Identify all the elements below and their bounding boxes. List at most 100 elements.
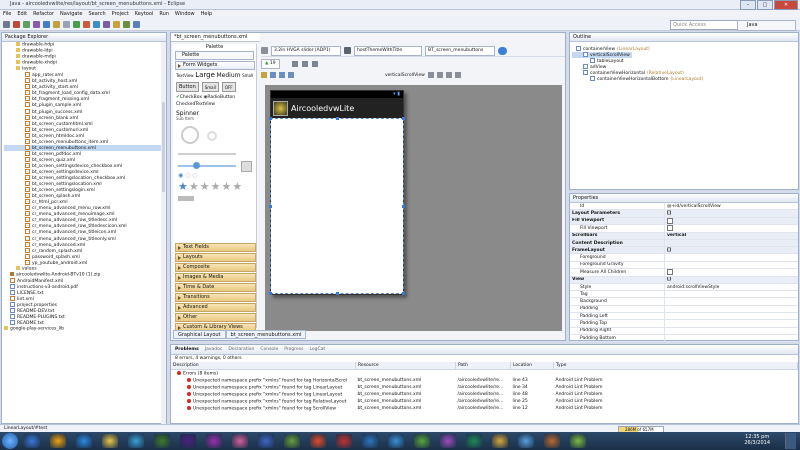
property-value[interactable] [664, 305, 798, 314]
taskbar-app-icon[interactable] [518, 434, 534, 448]
toolbar-button-icon[interactable] [123, 20, 130, 28]
taskbar-app-icon[interactable] [50, 434, 66, 448]
problem-row[interactable]: Unexpected namespace prefix "xmlns" foun… [171, 384, 798, 391]
taskbar-app-icon[interactable] [154, 434, 170, 448]
minimize-button[interactable]: – [740, 0, 756, 10]
palette-section-advanced[interactable]: Advanced [175, 303, 256, 312]
property-value[interactable] [664, 312, 798, 321]
taskbar-app-icon[interactable] [180, 434, 196, 448]
device-select[interactable]: 3.2in HVGA slider (ADP1) [271, 45, 341, 56]
taskbar-app-icon[interactable] [310, 434, 326, 448]
view-tab-logcat[interactable]: LogCat [309, 347, 325, 352]
taskbar-app-icon[interactable] [206, 434, 222, 448]
activity-select[interactable]: BT_screen_menubuttons [425, 45, 495, 56]
menu-file[interactable]: File [3, 10, 11, 18]
taskbar-app-icon[interactable] [232, 434, 248, 448]
property-row[interactable]: Content Description [570, 239, 798, 248]
widget-medium-text[interactable]: Medium [216, 72, 240, 79]
menu-search[interactable]: Search [88, 10, 105, 18]
property-value[interactable]: [] [664, 209, 798, 218]
toolbar-button-icon[interactable] [83, 20, 90, 28]
api-level-select[interactable]: ▲ 19 [261, 59, 280, 69]
taskbar-app-icon[interactable] [544, 434, 560, 448]
property-value[interactable]: vertical [664, 232, 798, 240]
menu-run[interactable]: Run [159, 10, 169, 18]
quick-access-input[interactable]: Quick Access [670, 20, 744, 30]
explorer-scroll-thumb[interactable] [162, 102, 165, 192]
taskbar-app-icon[interactable] [414, 434, 430, 448]
theme-select[interactable]: hostThemeWithTitle [354, 45, 422, 56]
large-progress-icon[interactable] [181, 126, 199, 144]
property-value[interactable] [664, 217, 798, 226]
widget-large-text[interactable]: Large [195, 71, 215, 79]
property-row[interactable]: Layout Parameters [] [570, 209, 798, 218]
small-progress-icon[interactable] [207, 131, 217, 141]
view-tab-progress[interactable]: Progress [284, 347, 303, 352]
start-button[interactable] [2, 433, 18, 449]
widget-textview[interactable]: TextView [176, 73, 194, 78]
problem-row[interactable]: Unexpected namespace prefix "xmlns" foun… [171, 398, 798, 405]
palette-section-time-date[interactable]: Time & Date [175, 283, 256, 292]
taskbar-app-icon[interactable] [570, 434, 586, 448]
maximize-button[interactable]: □ [757, 0, 773, 10]
property-value[interactable]: [] [664, 246, 798, 255]
taskbar-app-icon[interactable] [284, 434, 300, 448]
menu-window[interactable]: Window [175, 10, 195, 18]
property-row[interactable]: FrameLayout [] [570, 246, 798, 255]
show-desktop-button[interactable] [785, 433, 796, 449]
property-row[interactable]: Tag [570, 290, 798, 299]
palette-dropdown[interactable]: Palette [175, 51, 254, 60]
config-icon[interactable] [261, 47, 268, 54]
column-header[interactable]: Location [510, 362, 554, 370]
toolbar-button-icon[interactable] [103, 20, 110, 28]
toolbar-button-icon[interactable] [33, 20, 40, 28]
error-group-row[interactable]: Errors (8 items) [171, 370, 798, 378]
property-row[interactable]: Padding Right [570, 327, 798, 335]
taskbar-app-icon[interactable] [24, 434, 40, 448]
property-row[interactable]: Fill Viewport [570, 217, 798, 226]
problem-row[interactable]: Unexpected namespace prefix "xmlns" foun… [171, 391, 798, 398]
property-row[interactable]: Style android:scrollViewStyle [570, 283, 798, 292]
form-widgets-section[interactable]: Form Widgets [175, 61, 255, 70]
widget-checkbox[interactable]: CheckBox [180, 95, 202, 100]
column-header[interactable]: Type [553, 362, 798, 370]
locale-globe-icon[interactable] [498, 46, 507, 55]
perspective-button[interactable]: Java [737, 20, 796, 31]
view-tab-problems[interactable]: Problems [175, 347, 199, 352]
toolbar-button-icon[interactable] [63, 20, 70, 28]
taskbar-app-icon[interactable] [362, 434, 378, 448]
palette-section-text-fields[interactable]: Text Fields [175, 243, 256, 252]
layout-canvas[interactable]: ▾ ▮ AircooledvwLite [265, 85, 562, 331]
emulate-icon[interactable] [301, 61, 308, 67]
property-row[interactable]: Id @+id/verticalScrollView [570, 203, 798, 211]
property-row[interactable]: Foreground [570, 253, 798, 262]
zoom-icon[interactable] [291, 61, 298, 67]
menu-keytool[interactable]: Keytool [135, 10, 154, 18]
column-header[interactable]: Description [171, 362, 356, 370]
toolbar-button-icon[interactable] [43, 20, 50, 28]
property-value[interactable]: android:scrollViewStyle [664, 283, 798, 292]
refresh-icon[interactable] [311, 61, 318, 67]
menu-navigate[interactable]: Navigate [60, 10, 82, 18]
layout-action-icon[interactable] [288, 72, 294, 78]
property-row[interactable]: View [] [570, 276, 798, 284]
orientation-icon[interactable] [344, 47, 351, 54]
toolbar-button-icon[interactable] [73, 20, 80, 28]
column-header[interactable]: Resource [355, 362, 456, 370]
system-clock[interactable]: 12:35 pm 26/3/2014 [744, 434, 770, 446]
layout-action-icon[interactable] [279, 72, 285, 78]
toolbar-button-icon[interactable] [133, 20, 140, 28]
view-tab-declaration[interactable]: Declaration [228, 347, 254, 352]
property-value[interactable] [664, 261, 798, 270]
property-value[interactable] [664, 224, 798, 233]
property-value[interactable] [664, 334, 798, 343]
rating-bar-icon[interactable]: ★★★★★★ [173, 180, 256, 194]
toolbar-button-icon[interactable] [93, 20, 100, 28]
toolbar-button-icon[interactable] [23, 20, 30, 28]
device-screen[interactable]: ▾ ▮ AircooledvwLite [269, 90, 405, 295]
widget-radiobutton[interactable]: RadioButton [207, 95, 235, 100]
tab-graphical-layout[interactable]: Graphical Layout [173, 330, 226, 339]
taskbar-app-icon[interactable] [102, 434, 118, 448]
zoom-out-icon[interactable] [445, 72, 452, 78]
taskbar-app-icon[interactable] [492, 434, 508, 448]
